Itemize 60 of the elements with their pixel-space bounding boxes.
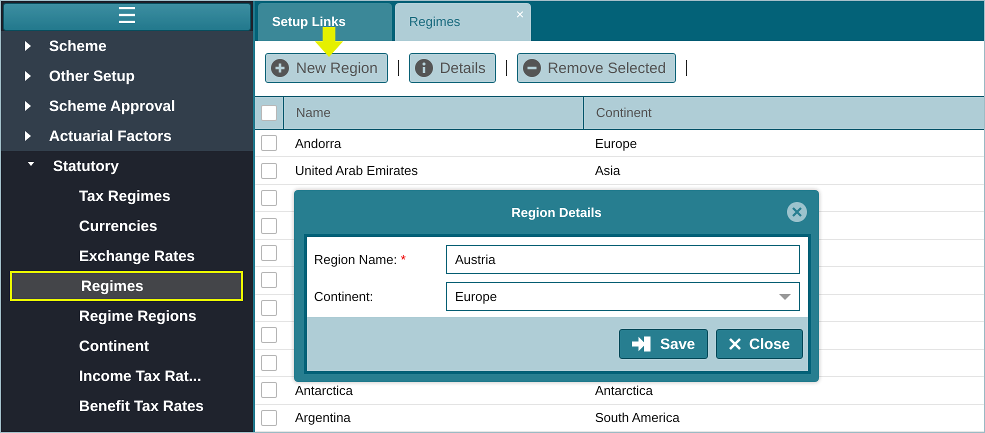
menu-item[interactable]: Tax Regimes [1, 181, 253, 211]
checkbox[interactable] [261, 244, 277, 261]
checkbox[interactable] [261, 190, 277, 206]
checkbox[interactable] [261, 218, 277, 234]
tab[interactable]: Setup Links [258, 2, 392, 41]
caret-down-icon [779, 294, 791, 300]
menu-group-label: Statutory [53, 158, 119, 174]
menu-item[interactable]: Benefit Tax Rates [1, 391, 253, 421]
table-cell-text: United Arab Emirates [294, 162, 419, 180]
close-icon[interactable] [787, 202, 807, 222]
menu-item[interactable]: Exchange Rates [1, 241, 253, 271]
table-cell-text: South America [594, 409, 681, 428]
menu-group-label: Scheme Approval [49, 98, 176, 114]
table-cell-text: Andorra [294, 134, 342, 153]
menu-item[interactable]: Regimes [10, 271, 243, 301]
menu-group[interactable]: Scheme Approval [1, 91, 253, 121]
info-icon [414, 59, 433, 78]
pointer-arrow-icon [313, 26, 345, 57]
table-cell-text: Europe [594, 134, 638, 153]
tab[interactable]: Regimes × [395, 2, 531, 41]
table-cell-text: Antarctica [294, 382, 354, 400]
checkbox[interactable] [261, 410, 277, 426]
table-cell-text: Antarctica [594, 382, 654, 400]
menu-group[interactable]: Actuarial Factors [1, 121, 253, 151]
toolbar-button[interactable]: Remove Selected [516, 53, 676, 84]
column-header[interactable]: Continent [584, 96, 984, 129]
field-label: Continent: [314, 289, 374, 304]
menu-group-label: Actuarial Factors [49, 128, 172, 144]
dialog-title: Region Details [511, 204, 602, 220]
toolbar-button[interactable]: Details [408, 53, 496, 84]
menu-button[interactable]: ☰ [3, 3, 251, 31]
menu-item[interactable]: Regime Regions [1, 301, 253, 331]
checkbox[interactable] [261, 162, 277, 179]
menu-group-label: Scheme [49, 38, 107, 54]
menu-group[interactable]: Other Setup [1, 61, 253, 91]
sign-in-icon [632, 336, 652, 352]
plus-icon [271, 59, 289, 78]
dropdown-field[interactable]: Europe [446, 282, 800, 311]
column-header[interactable]: Name [284, 96, 584, 129]
menu-item[interactable]: Currencies [1, 211, 253, 241]
table-cell-text: Argentina [294, 409, 352, 428]
menu-item[interactable]: Continent [1, 331, 253, 361]
save-button[interactable]: Save [619, 329, 708, 359]
menu-group[interactable]: Scheme [1, 31, 253, 61]
toolbar-button[interactable]: New Region [265, 53, 388, 84]
checkbox[interactable] [261, 354, 277, 371]
input-field[interactable]: Austria [446, 245, 800, 274]
checkbox[interactable] [261, 104, 277, 121]
checkbox[interactable] [261, 382, 277, 398]
close-icon [729, 338, 742, 350]
checkbox[interactable] [261, 327, 277, 344]
checkbox[interactable] [261, 272, 277, 288]
minus-icon [522, 59, 541, 78]
menu-item[interactable]: Income Tax Rat... [1, 361, 253, 391]
close-button[interactable]: Close [716, 329, 803, 359]
table-cell-text: Asia [594, 162, 622, 180]
field-label: Region Name: * [314, 252, 407, 267]
checkbox[interactable] [261, 300, 277, 316]
menu-group-label: Other Setup [49, 68, 135, 84]
checkbox[interactable] [261, 135, 277, 152]
